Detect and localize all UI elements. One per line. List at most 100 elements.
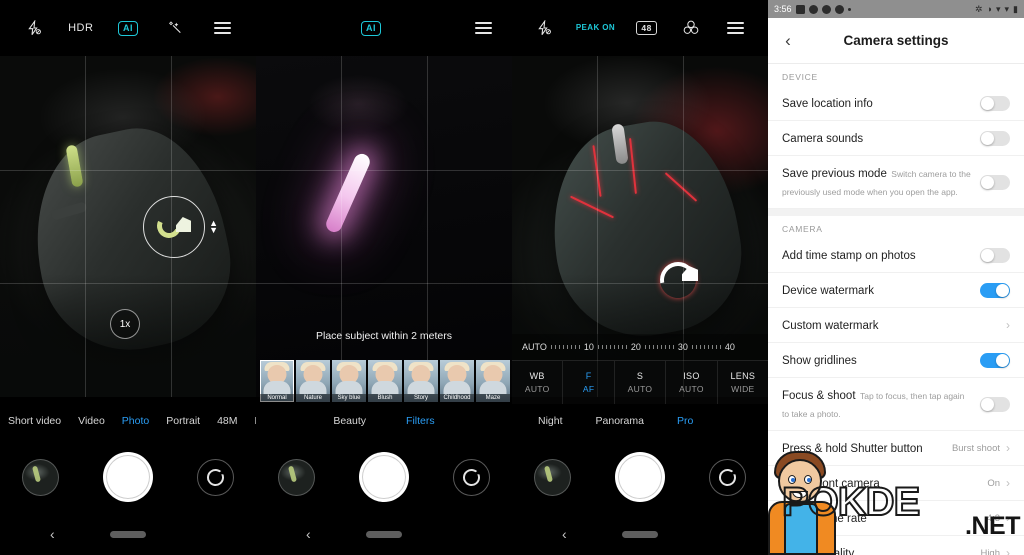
chevron-right-icon: › [1006,441,1010,455]
page-title: Camera settings [843,33,949,48]
nav-home-pill[interactable] [110,530,146,538]
pro-control-shutter[interactable]: S AUTO [615,361,667,404]
setting-row-video-frame-rate[interactable]: Video frame rate 4:3 › [768,501,1024,536]
toggle-save-previous-mode[interactable] [980,174,1010,190]
ai-scene-detect-icon [153,210,191,242]
toggle-camera-sounds[interactable] [980,130,1010,146]
mode-tab-filters[interactable]: Filters [406,415,435,427]
status-bar-right: ✲ ◑ ▾ ▾ ▮ [975,3,1018,14]
mode-tab-night[interactable]: Night [538,415,563,427]
setting-row-save-previous-mode[interactable]: Save previous mode Switch camera to the … [768,156,1024,209]
focus-ring-ai-scene[interactable]: ▲ ▼ [143,196,218,258]
mode-tab-video[interactable]: Video [78,415,105,427]
shutter-button[interactable] [615,452,665,502]
signal-icon: ▾ [995,3,1001,14]
mode-tab-pro[interactable]: Pro [677,415,693,427]
mode-tab-beauty[interactable]: Beauty [333,415,366,427]
shutter-button[interactable] [103,452,153,502]
setting-row-picture-quality[interactable]: Picture quality High › [768,536,1024,555]
viewfinder-portrait[interactable] [256,56,512,397]
flash-off-glyph-pro [538,20,552,35]
manual-focus-ruler[interactable]: AUTO 10 20 30 40 [512,334,768,360]
setting-row-camera-sounds[interactable]: Camera sounds [768,121,1024,156]
filter-label: Normal [260,394,294,402]
mode-tab-short-video[interactable]: Short video [8,415,61,427]
filter-item-nature[interactable]: Nature [296,360,330,402]
section-header-camera: CAMERA [768,216,1024,238]
bluetooth-icon: ✲ [975,3,983,14]
focus-peaking-toggle[interactable]: PEAK ON [576,15,615,41]
nav-home-pill[interactable] [622,530,658,538]
nav-back-icon[interactable]: ‹ [306,526,311,542]
setting-label: Picture quality [782,548,855,555]
pro-control-iso[interactable]: ISO AUTO [666,361,718,404]
pro-control-lens[interactable]: LENS WIDE [718,361,768,404]
toggle-add-time-stamp[interactable] [980,247,1010,263]
toggle-focus-and-shoot[interactable] [980,396,1010,412]
gridline-overlay-portrait [256,56,512,397]
nav-back-icon[interactable]: ‹ [50,526,55,542]
nav-home-pill[interactable] [366,530,402,538]
filter-strip: Normal Nature Sky blue Blush Story Child… [256,360,512,404]
toggle-device-watermark[interactable] [980,282,1010,298]
mode-tab-48m[interactable]: 48M [217,415,237,427]
gallery-thumbnail-button[interactable] [22,458,59,496]
zoom-level-chip[interactable]: 1x [110,309,140,339]
ai-scene-badge-portrait[interactable]: AI [358,15,384,41]
notification-icon-messenger [834,4,844,14]
exposure-slider-handle[interactable]: ▲ ▼ [209,218,218,234]
menu-hamburger-icon-portrait[interactable] [470,15,496,41]
pro-control-focus[interactable]: F AF [563,361,615,404]
filter-item-normal[interactable]: Normal [260,360,294,402]
shutter-button[interactable] [359,452,409,502]
magic-wand-icon[interactable] [162,15,188,41]
switch-camera-button[interactable] [197,458,234,496]
section-header-device: DEVICE [768,64,1024,86]
focus-peaking-label: PEAK ON [575,22,616,32]
toggle-save-location-info[interactable] [980,95,1010,111]
switch-camera-button[interactable] [453,458,490,496]
setting-value: Burst shoot [951,442,1000,454]
filter-item-blush[interactable]: Blush [368,360,402,402]
menu-hamburger-icon[interactable] [209,15,235,41]
ai-scene-badge[interactable]: AI [115,15,141,41]
hamburger-bars [213,19,231,36]
mode-tab-panorama[interactable]: Panorama [596,415,644,427]
setting-row-mirror-front-camera[interactable]: Mirror front camera On › [768,466,1024,501]
gallery-thumbnail-button[interactable] [534,458,571,496]
filter-item-sky-blue[interactable]: Sky blue [332,360,366,402]
resolution-48mp-badge[interactable]: 48 [634,15,660,41]
mode-tab-photo[interactable]: Photo [122,415,149,427]
hdr-button[interactable]: HDR [68,15,94,41]
mode-tabs-pro: Night Panorama Pro [512,408,768,434]
setting-row-press-hold-shutter[interactable]: Press & hold Shutter button Burst shoot … [768,431,1024,466]
toggle-show-gridlines[interactable] [980,352,1010,368]
setting-value: On [987,477,1000,489]
flash-off-icon[interactable] [21,15,47,41]
lens-cluster-icon[interactable] [678,15,704,41]
vpn-icon: ◑ [986,3,992,14]
filter-item-maze[interactable]: Maze [476,360,510,402]
pro-control-key: F [585,371,592,381]
pro-control-value: AUTO [627,384,653,394]
flash-off-icon-pro[interactable] [531,15,557,41]
setting-row-add-time-stamp[interactable]: Add time stamp on photos [768,238,1024,273]
mode-tab-portrait[interactable]: Portrait [166,415,200,427]
setting-row-device-watermark[interactable]: Device watermark [768,273,1024,308]
filter-label: Sky blue [332,394,366,402]
setting-row-focus-and-shoot[interactable]: Focus & shoot Tap to focus, then tap aga… [768,378,1024,431]
filter-item-story[interactable]: Story [404,360,438,402]
setting-row-custom-watermark[interactable]: Custom watermark › [768,308,1024,343]
nav-back-icon[interactable]: ‹ [562,526,567,542]
switch-camera-button[interactable] [709,458,746,496]
setting-label: Video frame rate [782,513,867,525]
filter-item-childhood[interactable]: Childhood [440,360,474,402]
setting-row-save-location-info[interactable]: Save location info [768,86,1024,121]
pro-control-key: LENS [730,371,756,381]
gallery-thumbnail-button[interactable] [278,458,315,496]
pro-control-wb[interactable]: WB AUTO [512,361,564,404]
setting-label: Mirror front camera [782,478,880,490]
menu-hamburger-icon-pro[interactable] [723,15,749,41]
setting-row-show-gridlines[interactable]: Show gridlines [768,343,1024,378]
ruler-tick-20: 20 [630,342,641,352]
